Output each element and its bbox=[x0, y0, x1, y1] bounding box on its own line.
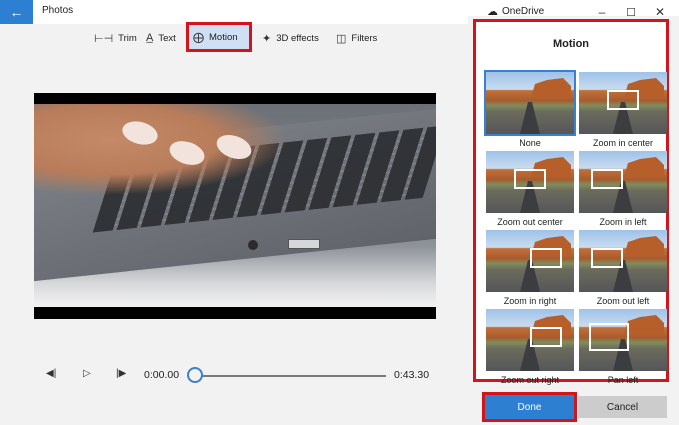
tool-filters[interactable]: ◫ Filters bbox=[332, 27, 381, 49]
tool-text-label: Text bbox=[158, 32, 176, 44]
video-preview[interactable] bbox=[34, 93, 436, 319]
play-icon: ▷ bbox=[83, 368, 91, 379]
filters-icon: ◫ bbox=[336, 32, 347, 45]
tool-3d-effects-label: 3D effects bbox=[276, 32, 319, 44]
motion-panel: Motion None Zoom in center Zoom out cent… bbox=[468, 16, 679, 425]
tool-trim[interactable]: ⊢⊣ Trim bbox=[90, 27, 141, 49]
tool-text[interactable]: A̲ Text bbox=[142, 27, 180, 49]
cancel-button[interactable]: Cancel bbox=[578, 396, 667, 418]
motion-option-zoom-out-right[interactable]: Zoom out right bbox=[486, 309, 574, 387]
landscape-thumbnail bbox=[486, 151, 574, 213]
current-time: 0:00.00 bbox=[144, 369, 180, 381]
motion-option-label: Pan left bbox=[607, 375, 639, 385]
seek-track[interactable] bbox=[196, 375, 386, 377]
landscape-thumbnail bbox=[486, 309, 574, 371]
seek-thumb[interactable] bbox=[187, 367, 203, 383]
next-frame-button[interactable]: |▶ bbox=[116, 368, 126, 379]
step-back-icon: ◀| bbox=[46, 368, 57, 379]
tool-trim-label: Trim bbox=[118, 32, 137, 44]
video-frame bbox=[34, 104, 436, 307]
landscape-thumbnail bbox=[484, 70, 576, 136]
motion-option-zoom-in-right[interactable]: Zoom in right bbox=[486, 230, 574, 308]
motion-option-label: Zoom out center bbox=[497, 217, 563, 227]
tool-filters-label: Filters bbox=[351, 32, 378, 44]
trim-icon: ⊢⊣ bbox=[94, 32, 114, 45]
tool-motion-label: Motion bbox=[209, 31, 238, 43]
step-forward-icon: |▶ bbox=[116, 368, 127, 379]
usb-port-shape bbox=[288, 239, 320, 249]
landscape-thumbnail bbox=[579, 309, 667, 371]
motion-option-zoom-out-center[interactable]: Zoom out center bbox=[486, 151, 574, 229]
motion-option-none[interactable]: None bbox=[484, 70, 576, 150]
edit-toolbar: ⊢⊣ Trim A̲ Text ⨁ Motion ✦ 3D effects ◫ … bbox=[0, 22, 468, 52]
tool-motion[interactable]: ⨁ Motion bbox=[186, 22, 252, 52]
tool-3d-effects[interactable]: ✦ 3D effects bbox=[258, 27, 323, 49]
back-button[interactable]: ← bbox=[0, 0, 33, 24]
motion-option-zoom-in-left[interactable]: Zoom in left bbox=[579, 151, 667, 229]
motion-option-pan-left[interactable]: Pan left bbox=[579, 309, 667, 387]
motion-option-label: Zoom in right bbox=[503, 296, 557, 306]
previous-frame-button[interactable]: ◀| bbox=[46, 368, 56, 379]
total-time: 0:43.30 bbox=[394, 369, 430, 381]
done-button[interactable]: Done bbox=[482, 392, 577, 422]
play-button[interactable]: ▷ bbox=[83, 368, 91, 379]
motion-option-label: Zoom in center bbox=[592, 138, 654, 148]
motion-option-zoom-in-center[interactable]: Zoom in center bbox=[579, 72, 667, 150]
motion-option-label: Zoom in left bbox=[599, 217, 647, 227]
landscape-thumbnail bbox=[579, 230, 667, 292]
motion-options-box: Motion None Zoom in center Zoom out cent… bbox=[473, 19, 669, 385]
motion-icon: ⨁ bbox=[193, 31, 204, 44]
editor-area: ⊢⊣ Trim A̲ Text ⨁ Motion ✦ 3D effects ◫ … bbox=[0, 22, 468, 425]
arrow-left-icon: ← bbox=[9, 4, 24, 20]
audio-jack-shape bbox=[248, 240, 258, 250]
motion-option-label: None bbox=[519, 138, 541, 148]
landscape-thumbnail bbox=[486, 230, 574, 292]
landscape-thumbnail bbox=[579, 151, 667, 213]
motion-panel-title: Motion bbox=[552, 38, 590, 50]
app-title: Photos bbox=[42, 5, 74, 16]
text-icon: A̲ bbox=[146, 32, 154, 44]
playback-controls: ◀| ▷ |▶ 0:00.00 0:43.30 bbox=[0, 364, 468, 388]
motion-option-zoom-out-left[interactable]: Zoom out left bbox=[579, 230, 667, 308]
3d-effects-icon: ✦ bbox=[262, 32, 272, 45]
motion-option-label: Zoom out right bbox=[500, 375, 560, 385]
landscape-thumbnail bbox=[579, 72, 667, 134]
motion-option-label: Zoom out left bbox=[596, 296, 650, 306]
